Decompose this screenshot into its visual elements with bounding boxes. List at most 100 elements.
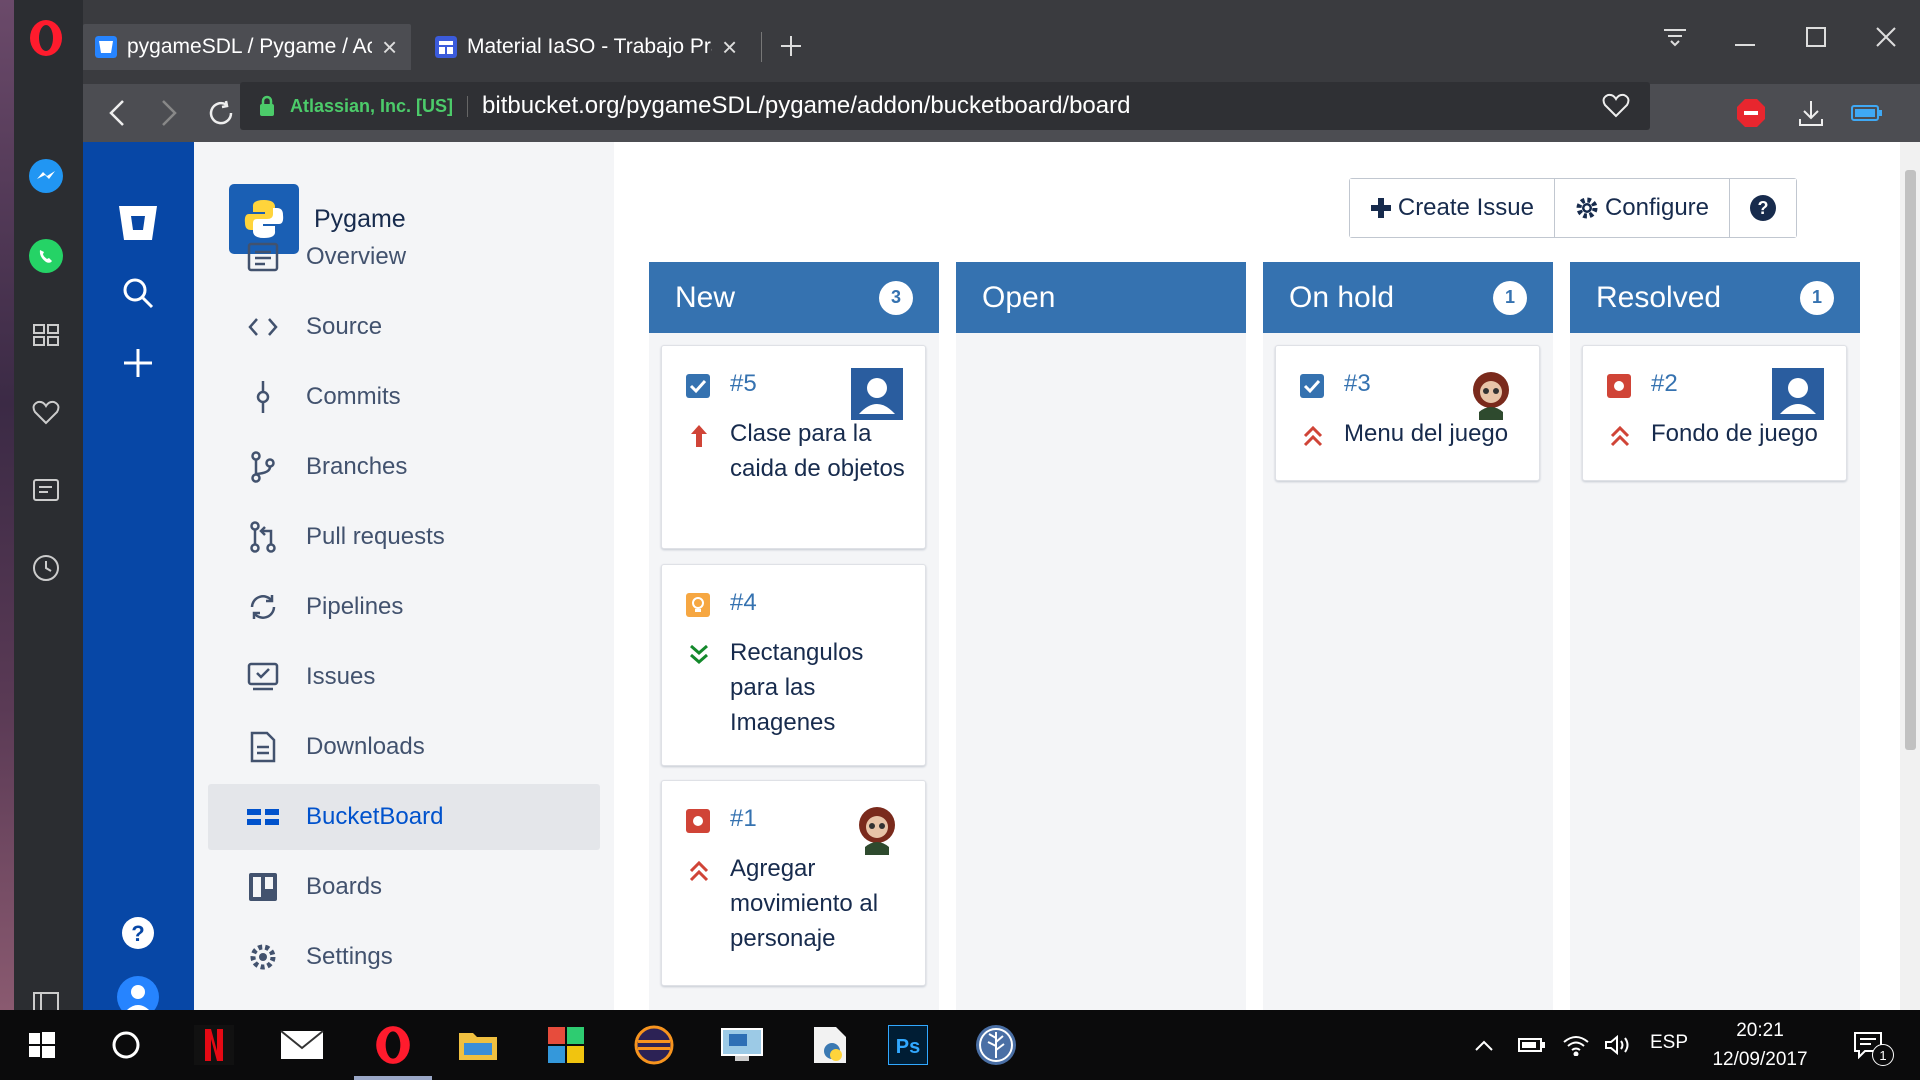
reload-icon[interactable] [203, 96, 239, 130]
show-hidden-icons-chevron-icon[interactable] [1466, 1010, 1502, 1080]
commits-icon [243, 377, 283, 417]
create-issue-button[interactable]: Create Issue [1349, 179, 1555, 237]
sidebar-item-overview[interactable]: Overview [208, 224, 600, 290]
sidebar-item-issues[interactable]: Issues [208, 644, 600, 710]
cortana-icon[interactable] [90, 1010, 162, 1080]
certificate-owner[interactable]: Atlassian, Inc. [US] [290, 95, 469, 117]
question-circle-icon: ? [1750, 195, 1776, 221]
sidebar-item-pipelines[interactable]: Pipelines [208, 574, 600, 640]
issue-card[interactable]: #2 Fondo de juego [1582, 345, 1847, 481]
minimize-icon[interactable] [1725, 20, 1765, 54]
close-tab-icon[interactable]: × [382, 34, 397, 60]
messenger-icon[interactable] [26, 156, 66, 196]
sidebar-item-settings[interactable]: Settings [208, 924, 600, 990]
issue-card[interactable]: #5 Clase para la caida de objetos [661, 345, 926, 549]
issue-summary[interactable]: Menu del juego [1344, 416, 1534, 451]
tab-bitbucket[interactable]: pygameSDL / Pygame / Ac × [83, 24, 411, 70]
opera-logo-icon[interactable] [28, 18, 64, 58]
maximize-icon[interactable] [1796, 20, 1836, 54]
sidebar-item-bucketboard[interactable]: BucketBoard [208, 784, 600, 850]
configure-button[interactable]: Configure [1554, 179, 1730, 237]
tab-menu-icon[interactable] [1655, 20, 1695, 54]
remote-desktop-icon[interactable] [706, 1010, 778, 1080]
bug-square-icon [686, 809, 710, 833]
downloads-icon [243, 727, 283, 767]
issue-card[interactable]: #1 Agregar movimiento al personaje [661, 780, 926, 986]
sidebar-item-commits[interactable]: Commits [208, 364, 600, 430]
issue-summary[interactable]: Fondo de juego [1651, 416, 1841, 451]
volume-icon[interactable] [1600, 1010, 1636, 1080]
downloads-icon[interactable] [1793, 96, 1829, 130]
back-icon[interactable] [99, 96, 135, 130]
issue-number-link[interactable]: #3 [1344, 370, 1371, 398]
issue-number-link[interactable]: #4 [730, 589, 757, 617]
svg-text:?: ? [131, 921, 144, 946]
sidebar-item-source[interactable]: Source [208, 294, 600, 360]
bookmark-heart-icon[interactable] [1602, 92, 1630, 118]
configure-label: Configure [1604, 194, 1709, 221]
new-tab-plus-icon[interactable] [771, 26, 811, 66]
tab-title: Material IaSO - Trabajo Prá [467, 35, 712, 58]
create-plus-icon[interactable] [113, 338, 163, 388]
gear-icon [1576, 197, 1598, 219]
history-clock-icon[interactable] [26, 548, 66, 588]
pull-requests-icon [243, 517, 283, 557]
tree-app-icon[interactable] [960, 1010, 1032, 1080]
news-icon[interactable] [26, 470, 66, 510]
tab-material-iaso[interactable]: Material IaSO - Trabajo Prá × [423, 24, 753, 70]
netflix-icon[interactable] [178, 1010, 250, 1080]
help-icon[interactable]: ? [113, 908, 163, 958]
whatsapp-icon[interactable] [26, 236, 66, 276]
battery-icon[interactable] [1514, 1010, 1550, 1080]
search-icon[interactable] [113, 268, 163, 318]
sidebar-item-downloads[interactable]: Downloads [208, 714, 600, 780]
wifi-icon[interactable] [1556, 1010, 1596, 1080]
python-script-icon[interactable] [794, 1010, 866, 1080]
office-suite-icon[interactable] [530, 1010, 602, 1080]
issue-summary[interactable]: Clase para la caida de objetos [730, 416, 910, 486]
eclipse-icon[interactable] [618, 1010, 690, 1080]
sidebar-item-branches[interactable]: Branches [208, 434, 600, 500]
speed-dial-icon[interactable] [26, 314, 66, 354]
sidebar-item-label: Pipelines [306, 593, 404, 620]
issue-card[interactable]: #3 Menu del juego [1275, 345, 1540, 481]
opera-taskbar-icon[interactable] [354, 1010, 432, 1080]
sidebar-item-pull-requests[interactable]: Pull requests [208, 504, 600, 570]
windows-start-icon[interactable] [6, 1010, 78, 1080]
pipelines-icon [243, 587, 283, 627]
bitbucket-logo-icon[interactable] [113, 198, 163, 248]
column-open: Open [956, 262, 1246, 1010]
url-text[interactable]: bitbucket.org/pygameSDL/pygame/addon/buc… [482, 92, 1130, 120]
column-new: New 3 #5 Clase para la caida de objetos … [649, 262, 939, 1010]
file-explorer-icon[interactable] [442, 1010, 514, 1080]
mail-icon[interactable] [266, 1010, 338, 1080]
ad-blocker-icon[interactable] [1733, 96, 1769, 130]
help-button[interactable]: ? [1730, 179, 1796, 237]
close-tab-icon[interactable]: × [722, 34, 737, 60]
column-on-hold: On hold 1 #3 Menu del juego [1263, 262, 1553, 1010]
issue-number-link[interactable]: #2 [1651, 370, 1678, 398]
input-language[interactable]: ESP [1650, 1032, 1688, 1054]
sidebar-item-boards[interactable]: Boards [208, 854, 600, 920]
sidebar-item-label: Boards [306, 873, 383, 900]
battery-saver-icon[interactable] [1849, 96, 1885, 130]
bug-square-icon [1607, 374, 1631, 398]
address-bar[interactable]: Atlassian, Inc. [US] bitbucket.org/pygam… [240, 82, 1650, 130]
issues-icon [243, 657, 283, 697]
issue-summary[interactable]: Rectangulos para las Imagenes [730, 635, 910, 740]
page-scrollbar[interactable] [1900, 142, 1920, 1010]
issue-summary[interactable]: Agregar movimiento al personaje [730, 851, 910, 956]
svg-text:Ps: Ps [896, 1036, 920, 1058]
settings-icon [243, 937, 283, 977]
issue-number-link[interactable]: #5 [730, 370, 757, 398]
scrollbar-thumb[interactable] [1905, 170, 1916, 750]
system-clock[interactable]: 20:21 12/09/2017 [1700, 1016, 1820, 1074]
close-window-icon[interactable] [1866, 20, 1906, 54]
action-center-icon[interactable]: 1 [1838, 1010, 1898, 1080]
forward-icon[interactable] [151, 96, 187, 130]
clock-time: 20:21 [1736, 1020, 1784, 1041]
photoshop-icon[interactable]: Ps [872, 1010, 944, 1080]
issue-number-link[interactable]: #1 [730, 805, 757, 833]
bookmarks-heart-icon[interactable] [26, 392, 66, 432]
issue-card[interactable]: #4 Rectangulos para las Imagenes [661, 564, 926, 766]
